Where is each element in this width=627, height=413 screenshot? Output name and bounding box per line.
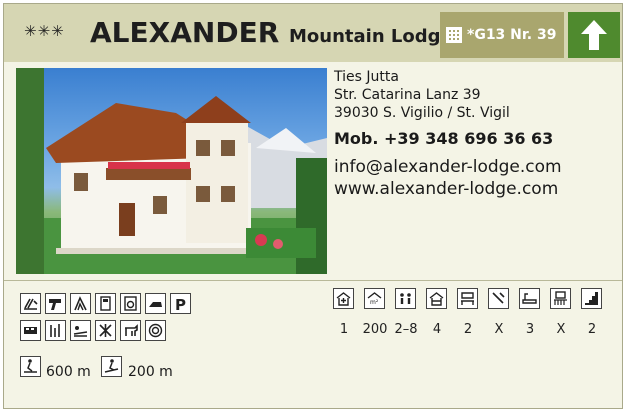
- street-address: Str. Catarina Lanz 39: [334, 87, 481, 103]
- ski-storage-icon: [20, 293, 41, 314]
- size-icon: m²: [364, 288, 385, 309]
- divider: [4, 280, 622, 281]
- fact-value: 4: [432, 322, 442, 337]
- owner-name: Ties Jutta: [334, 69, 399, 85]
- lodge-subtitle: Mountain Lodge: [289, 26, 453, 47]
- sunbathing-icon: [70, 320, 91, 341]
- website-link[interactable]: www.alexander-lodge.com: [334, 178, 614, 200]
- floor-icon: [581, 288, 602, 309]
- satellite-tv-icon: [145, 320, 166, 341]
- rating-stars: ✳✳✳: [24, 22, 65, 40]
- svg-text:m²: m²: [370, 299, 379, 306]
- pets-icon: [120, 320, 141, 341]
- persons-icon: [395, 288, 416, 309]
- hair-dryer-icon: [45, 293, 66, 314]
- contact-block: Ties Jutta Str. Catarina Lanz 39 39030 S…: [334, 68, 614, 200]
- washing-machine-icon: [120, 293, 141, 314]
- type-icon: [333, 288, 354, 309]
- fact-value: X: [556, 322, 566, 337]
- ski-lift-distance-icon: [20, 356, 41, 377]
- mobile-phone[interactable]: Mob. +39 348 696 36 63: [334, 130, 614, 148]
- email-link[interactable]: info@alexander-lodge.com: [334, 156, 614, 178]
- fact-value: 1: [339, 322, 349, 337]
- balcony-icon: [550, 288, 571, 309]
- iron-icon: [145, 293, 166, 314]
- fact-value: 2: [463, 322, 473, 337]
- bus-icon: [20, 320, 41, 341]
- fact-value: 2: [587, 322, 597, 337]
- sauna-icon: [70, 293, 91, 314]
- city-address: 39030 S. Vigilio / St. Vigil: [334, 105, 510, 121]
- bathroom-icon: [519, 288, 540, 309]
- map-grid-icon: [446, 27, 462, 43]
- fact-value: 3: [525, 322, 535, 337]
- fact-value: 200: [362, 322, 388, 337]
- svg-text:P: P: [175, 296, 186, 312]
- rooms-icon: [426, 288, 447, 309]
- lodge-photo: [16, 68, 327, 274]
- ski-lift-distance: 600 m: [46, 364, 91, 380]
- bedrooms-icon: [457, 288, 478, 309]
- header-bar: ✳✳✳ ALEXANDER Mountain Lodge *G13 Nr. 39: [4, 4, 622, 62]
- kitchen-icon: [488, 288, 509, 309]
- lodge-name: ALEXANDER: [90, 16, 280, 49]
- ski-slope-distance: 200 m: [128, 364, 173, 380]
- fact-value: X: [494, 322, 504, 337]
- up-arrow-icon[interactable]: [568, 12, 620, 58]
- map-grid-code: *G13 Nr. 39: [440, 12, 564, 58]
- garden-icon: [45, 320, 66, 341]
- grid-code-label: *G13 Nr. 39: [467, 27, 557, 43]
- parking-icon: P: [170, 293, 191, 314]
- accommodation-card: ✳✳✳ ALEXANDER Mountain Lodge *G13 Nr. 39: [3, 3, 623, 409]
- fact-value: 2–8: [394, 322, 418, 337]
- lodge-title: ALEXANDER Mountain Lodge: [90, 16, 453, 49]
- safe-icon: [95, 293, 116, 314]
- ski-slope-distance-icon: [101, 356, 122, 377]
- playground-icon: [95, 320, 116, 341]
